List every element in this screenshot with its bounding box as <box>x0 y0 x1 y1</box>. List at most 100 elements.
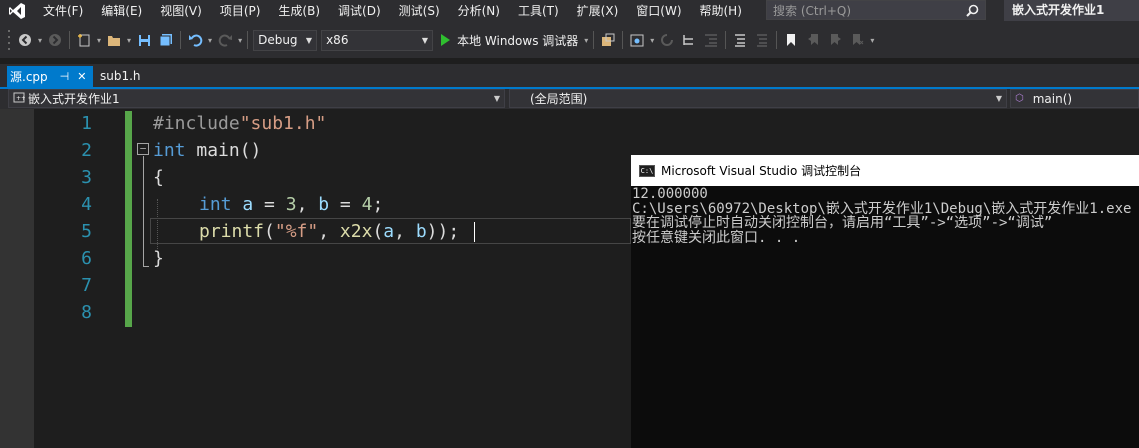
clear-bookmarks-icon[interactable] <box>847 30 867 50</box>
menu-project[interactable]: 项目(P) <box>211 0 270 22</box>
keyword: int <box>199 194 232 215</box>
new-project-icon[interactable] <box>74 30 94 50</box>
collapse-icon[interactable]: − <box>137 143 149 155</box>
scope-select[interactable]: (全局范围) ▼ <box>509 89 1007 108</box>
tab-label: sub1.h <box>100 69 141 83</box>
hot-reload-icon[interactable] <box>657 30 677 50</box>
punctuation: , <box>394 221 416 242</box>
function-name: x2x <box>339 221 373 242</box>
project-select[interactable]: ++ 嵌入式开发作业1 ▼ <box>8 89 505 108</box>
browser-link-icon[interactable] <box>627 30 647 50</box>
next-bookmark-icon[interactable] <box>825 30 845 50</box>
solution-platform-select[interactable]: x86 ▼ <box>321 29 434 51</box>
method-icon: ⬡ <box>1015 93 1024 104</box>
include-directive: #include <box>153 113 240 134</box>
menu-debug[interactable]: 调试(D) <box>329 0 390 22</box>
menu-build[interactable]: 生成(B) <box>269 0 329 22</box>
process-icon[interactable] <box>598 30 618 50</box>
menu-analyze[interactable]: 分析(N) <box>449 0 509 22</box>
tab-sub1-h[interactable]: sub1.h <box>100 66 141 87</box>
code-line-4: int a = 3, b = 4; <box>199 191 383 218</box>
save-icon[interactable] <box>134 30 154 50</box>
search-placeholder: 搜索 (Ctrl+Q) <box>773 3 852 18</box>
toolbar-separator <box>180 31 182 49</box>
comment-out-icon[interactable] <box>730 30 750 50</box>
fold-guide-end <box>143 266 149 267</box>
navigation-bar: ++ 嵌入式开发作业1 ▼ (全局范围) ▼ ⬡ main() <box>0 89 1139 109</box>
run-label: 本地 Windows 调试器 <box>457 33 579 48</box>
debug-console-window[interactable]: C:\ Microsoft Visual Studio 调试控制台 12.000… <box>631 155 1139 448</box>
solution-config-select[interactable]: Debug ▼ <box>253 29 318 51</box>
variable: b <box>415 221 427 242</box>
document-tabs: 源.cpp ⊣ ✕ sub1.h <box>0 64 1139 89</box>
number-literal: 3 <box>285 194 297 215</box>
redo-dropdown-icon[interactable]: ▾ <box>238 36 242 45</box>
toolbar-grip[interactable] <box>4 28 14 52</box>
member-select[interactable]: ⬡ main() <box>1010 89 1139 108</box>
variable: a <box>242 194 254 215</box>
code-line-5: printf("%f", x2x(a, b)); <box>199 218 459 245</box>
punctuation: , <box>318 221 340 242</box>
line-number: 7 <box>81 275 92 296</box>
tab-source-cpp[interactable]: 源.cpp ⊣ ✕ <box>7 66 93 87</box>
back-dropdown-icon[interactable]: ▾ <box>38 36 42 45</box>
menu-window[interactable]: 窗口(W) <box>627 0 690 22</box>
line-number: 6 <box>81 248 92 269</box>
uncomment-icon[interactable] <box>752 30 772 50</box>
visual-studio-logo-icon[interactable] <box>0 0 34 22</box>
start-debugging-button[interactable]: 本地 Windows 调试器 ▾ <box>441 32 590 49</box>
operator: = <box>329 194 362 215</box>
chevron-down-icon: ▼ <box>995 94 1002 103</box>
menu-test[interactable]: 测试(S) <box>390 0 449 22</box>
menu-help[interactable]: 帮助(H) <box>691 0 751 22</box>
solution-platform-value: x86 <box>326 33 349 47</box>
console-line: 要在调试停止时自动关闭控制台，请启用“工具”->“选项”->“调试” <box>632 215 1053 231</box>
menu-view[interactable]: 视图(V) <box>151 0 211 22</box>
run-dropdown-icon[interactable]: ▾ <box>584 36 588 45</box>
menu-edit[interactable]: 编辑(E) <box>92 0 151 22</box>
open-dropdown-icon[interactable]: ▾ <box>127 36 131 45</box>
code-line-3: { <box>153 167 164 188</box>
undo-dropdown-icon[interactable]: ▾ <box>208 36 212 45</box>
line-number: 1 <box>81 113 92 134</box>
console-line: C:\Users\60972\Desktop\嵌入式开发作业1\Debug\嵌入… <box>632 200 1132 217</box>
pin-icon[interactable]: ⊣ <box>60 70 70 83</box>
number-literal: 4 <box>361 194 373 215</box>
svg-text:++: ++ <box>16 95 25 102</box>
save-all-icon[interactable] <box>156 30 176 50</box>
code-line-6: } <box>153 248 164 269</box>
browser-dropdown-icon[interactable]: ▾ <box>650 36 654 45</box>
undo-icon[interactable] <box>185 30 205 50</box>
menu-file[interactable]: 文件(F) <box>34 0 92 22</box>
operator: = <box>253 194 286 215</box>
open-file-icon[interactable] <box>104 30 124 50</box>
search-input[interactable]: 搜索 (Ctrl+Q) <box>766 0 986 20</box>
redo-icon[interactable] <box>215 30 235 50</box>
punctuation: ; <box>372 194 384 215</box>
step-into-icon[interactable] <box>679 30 699 50</box>
line-number: 5 <box>81 221 92 242</box>
toolbar-separator <box>593 31 595 49</box>
bookmark-icon[interactable] <box>781 30 801 50</box>
prev-bookmark-icon[interactable] <box>803 30 823 50</box>
console-line: 按任意键关闭此窗口. . . <box>632 229 801 245</box>
punctuation: ( <box>264 221 275 242</box>
console-title-bar[interactable]: C:\ Microsoft Visual Studio 调试控制台 <box>631 155 1139 186</box>
menu-extensions[interactable]: 扩展(X) <box>568 0 628 22</box>
chevron-down-icon: ▼ <box>493 94 500 103</box>
project-icon: ++ <box>13 92 26 106</box>
close-icon[interactable]: ✕ <box>77 70 86 83</box>
console-line: 12.000000 <box>632 186 708 202</box>
variable: a <box>383 221 395 242</box>
menu-tools[interactable]: 工具(T) <box>509 0 568 22</box>
back-icon[interactable] <box>15 30 35 50</box>
member-select-value: main() <box>1032 91 1073 106</box>
outdent-icon[interactable] <box>701 30 721 50</box>
new-dropdown-icon[interactable]: ▾ <box>97 36 101 45</box>
toolbar-separator <box>725 31 727 49</box>
toolbar-overflow-icon[interactable]: ▾ <box>870 36 874 45</box>
forward-icon[interactable] <box>45 30 65 50</box>
toolbar-separator <box>776 31 778 49</box>
toolbar: ▾ ▾ ▾ ▾ ▾ Debug ▼ x86 ▼ 本地 Windows 调试器 ▾ <box>0 22 1139 58</box>
search-icon <box>966 4 979 17</box>
